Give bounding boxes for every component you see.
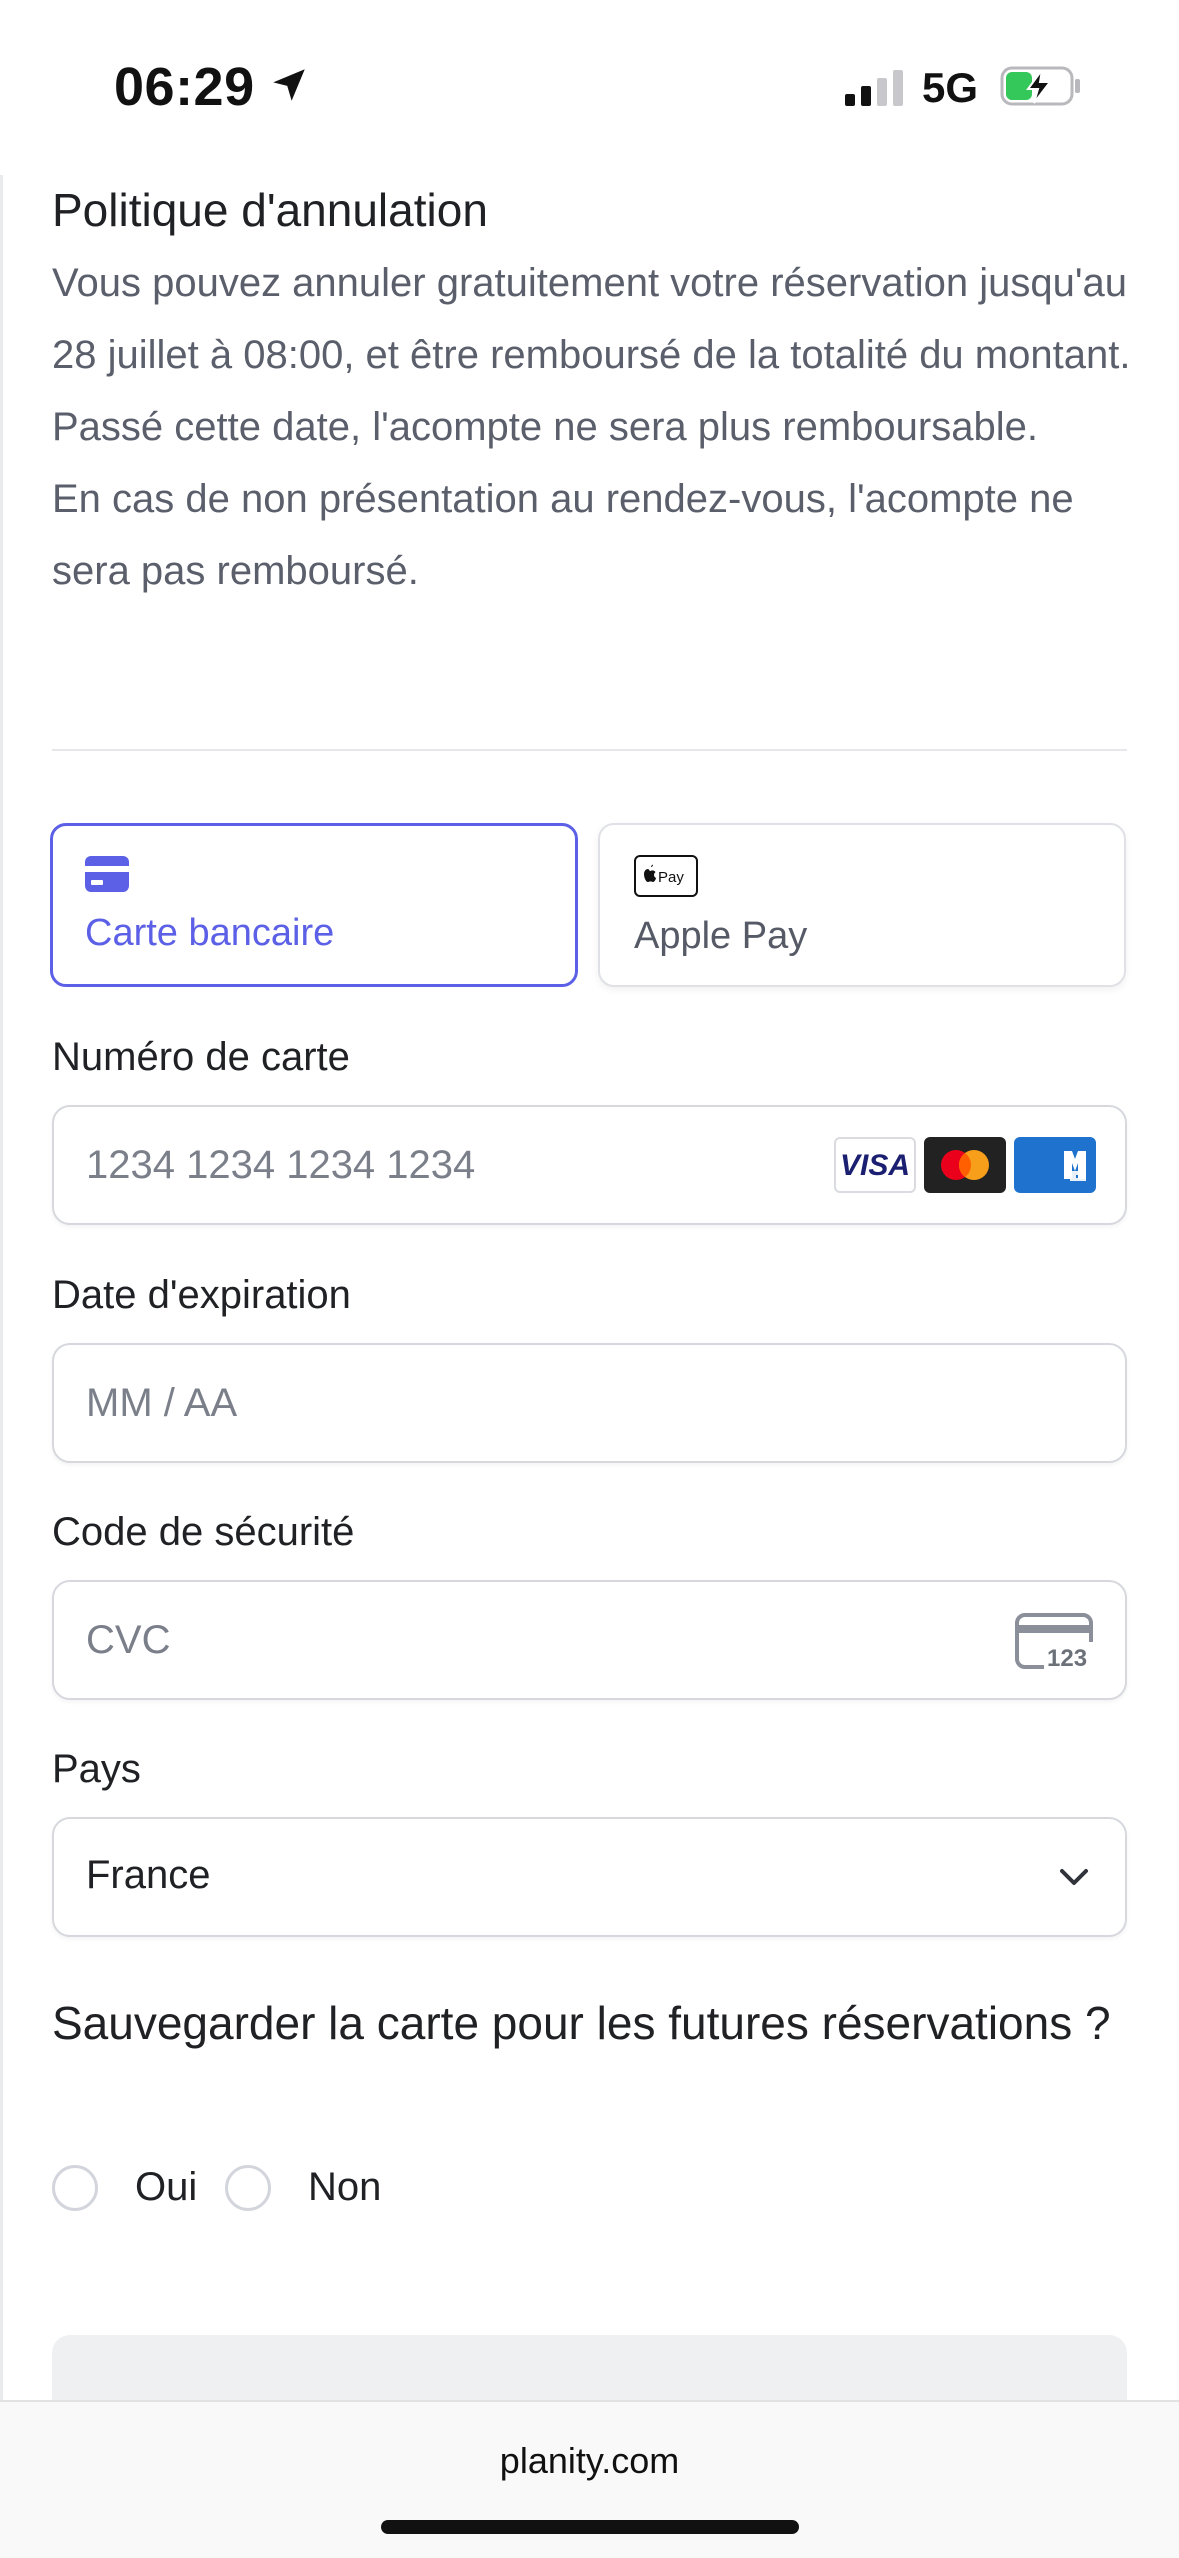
home-indicator[interactable]	[381, 2520, 799, 2534]
apple-pay-badge-text: Pay	[658, 869, 684, 886]
policy-paragraph: En cas de non présentation au rendez-vou…	[52, 477, 1074, 593]
mastercard-logo-icon	[924, 1137, 1006, 1193]
cvc-field[interactable]: 123	[52, 1580, 1127, 1700]
save-card-question: Sauvegarder la carte pour les futures ré…	[52, 1997, 1111, 2049]
location-arrow-icon	[273, 69, 305, 101]
tab-card-label: Carte bancaire	[85, 912, 335, 954]
radio-oui[interactable]	[52, 2165, 98, 2211]
radio-oui-label[interactable]: Oui	[135, 2165, 197, 2210]
country-label: Pays	[52, 1747, 141, 1791]
tab-card-payment[interactable]: Carte bancaire	[50, 823, 578, 987]
status-time: 06:29	[114, 57, 255, 117]
country-value: France	[86, 1853, 211, 1897]
expiry-field[interactable]	[52, 1343, 1127, 1463]
expiry-input[interactable]	[86, 1375, 786, 1431]
cvc-label: Code de sécurité	[52, 1510, 355, 1554]
payment-page: Politique d'annulation Vous pouvez annul…	[0, 175, 1179, 2400]
visa-logo-icon: VISA	[834, 1137, 916, 1193]
policy-text: Vous pouvez annuler gratuitement votre r…	[52, 247, 1132, 607]
cvc-icon-text: 123	[1047, 1645, 1087, 1672]
status-bar: 06:29 5G	[0, 0, 1179, 175]
tab-apple-pay[interactable]: Pay Apple Pay	[598, 823, 1126, 987]
radio-non[interactable]	[225, 2165, 271, 2211]
browser-bottom-bar: planity.com	[0, 2400, 1179, 2558]
divider	[52, 749, 1127, 751]
url-address[interactable]: planity.com	[0, 2440, 1179, 2482]
policy-paragraph: Vous pouvez annuler gratuitement votre r…	[52, 261, 1131, 449]
cvc-input[interactable]	[86, 1612, 786, 1668]
expiry-label: Date d'expiration	[52, 1273, 351, 1317]
submit-area[interactable]	[52, 2335, 1127, 2400]
visa-logo-text: VISA	[839, 1149, 911, 1182]
policy-title: Politique d'annulation	[52, 184, 488, 236]
radio-non-label[interactable]: Non	[308, 2165, 381, 2210]
apple-pay-icon: Pay	[634, 855, 698, 897]
battery-charging-icon	[1000, 66, 1080, 106]
country-select[interactable]: France	[52, 1817, 1127, 1937]
tab-apple-pay-label: Apple Pay	[634, 915, 808, 957]
credit-card-icon	[85, 856, 129, 892]
card-number-label: Numéro de carte	[52, 1035, 350, 1079]
card-number-input[interactable]	[86, 1137, 786, 1193]
card-number-field[interactable]: VISA	[52, 1105, 1127, 1225]
chevron-down-icon	[1060, 1869, 1088, 1885]
amex-logo-icon	[1014, 1137, 1096, 1193]
signal-icon	[845, 70, 903, 106]
cvc-card-icon: 123	[1015, 1613, 1096, 1672]
network-type: 5G	[922, 64, 979, 111]
